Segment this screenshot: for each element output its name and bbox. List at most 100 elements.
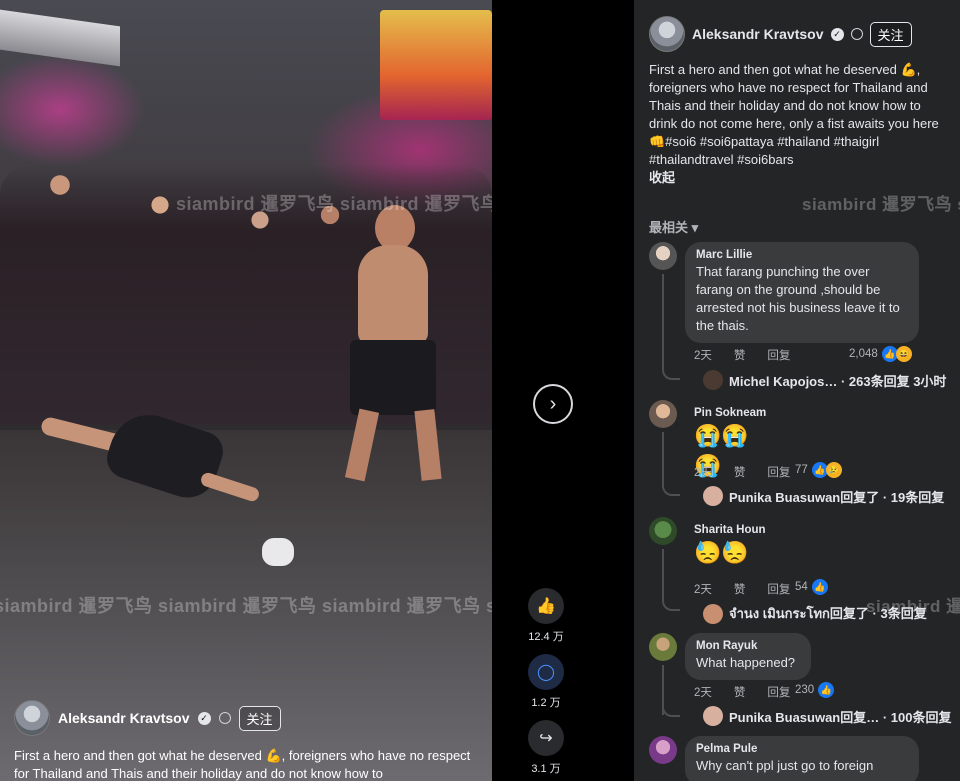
storefront-awning: [0, 9, 120, 67]
comment-author[interactable]: Mon Rayuk: [696, 640, 800, 652]
comment-meta: 2天 赞 回复: [694, 581, 790, 597]
reply-link[interactable]: 回复: [767, 684, 790, 700]
comment-time: 2天: [694, 584, 712, 596]
avatar[interactable]: [649, 633, 677, 661]
comment-bubble-icon[interactable]: ◯: [528, 654, 564, 690]
video-follow-button[interactable]: 关注: [238, 705, 281, 731]
comments-panel: Aleksandr Kravtsov ✓ 关注 First a hero and…: [634, 0, 960, 781]
avatar: [703, 486, 723, 506]
collapse-link[interactable]: 收起: [649, 169, 949, 187]
avatar[interactable]: [649, 736, 677, 764]
like-reaction-icon: 👍: [818, 682, 835, 698]
comment-item: Marc Lillie That farang punching the ove…: [649, 242, 954, 390]
globe-icon: [850, 28, 863, 40]
comment-meta: 2天 赞 回复: [694, 347, 790, 363]
comment-author[interactable]: Pin Sokneam: [694, 407, 776, 419]
comment-count: 1.2 万: [531, 697, 561, 709]
comment-bubble: Sharita Houn 😓😓: [685, 517, 795, 576]
comment-author[interactable]: Sharita Houn: [694, 524, 784, 536]
comment-item: Pin Sokneam 😭😭😭 2天 赞 回复 77 👍 😢 Punika Bu…: [649, 400, 954, 508]
neon-sign: [380, 10, 492, 120]
reply-preview-text[interactable]: จำนง เมินกระโทก回复了 · 3条回复: [729, 603, 927, 624]
reply-preview[interactable]: Punika Buasuwan回复了 · 19条回复: [703, 486, 944, 506]
sandal: [262, 538, 294, 566]
share-action[interactable]: ↪ 3.1 万: [528, 720, 564, 776]
reaction-count: 77: [795, 464, 808, 476]
avatar: [703, 706, 723, 726]
share-arrow-icon[interactable]: ↪: [528, 720, 564, 756]
sad-reaction-icon: 😢: [825, 462, 842, 478]
avatar[interactable]: [14, 700, 50, 736]
comment-bubble: Mon Rayuk What happened?: [685, 633, 811, 680]
post-follow-button[interactable]: 关注: [869, 21, 912, 47]
reaction-summary[interactable]: 77 👍 😢: [795, 462, 842, 478]
comment-item: Pelma Pule Why can't ppl just go to fore…: [649, 736, 954, 781]
comment-text: What happened?: [696, 655, 796, 670]
avatar[interactable]: [649, 400, 677, 428]
reply-preview[interactable]: Michel Kapojos… · 263条回复 3小时: [703, 370, 946, 390]
like-link[interactable]: 赞: [734, 464, 746, 480]
comment-meta: 2天 赞 回复: [694, 684, 790, 700]
avatar: [703, 370, 723, 390]
watermark-top: siambird 暹罗飞鸟 siambird 暹罗飞鸟 siambird 暹罗飞…: [176, 194, 492, 214]
comment-emoji: 😓😓: [694, 540, 749, 565]
post-text: First a hero and then got what he deserv…: [649, 61, 949, 187]
reply-preview-text[interactable]: Michel Kapojos… · 263条回复 3小时: [729, 371, 946, 390]
reaction-summary[interactable]: 230 👍: [795, 682, 835, 698]
reaction-count: 54: [795, 581, 808, 593]
avatar[interactable]: [649, 16, 685, 52]
reply-link[interactable]: 回复: [767, 347, 790, 363]
watermark-bottom: siambird 暹罗飞鸟 siambird 暹罗飞鸟 siambird 暹罗飞…: [0, 596, 492, 616]
like-action[interactable]: 👍 12.4 万: [528, 588, 564, 644]
globe-icon: [218, 712, 231, 724]
sort-dropdown[interactable]: 最相关 ▾: [649, 217, 698, 236]
chevron-right-icon: ›: [549, 392, 557, 415]
like-link[interactable]: 赞: [734, 581, 746, 597]
avatar[interactable]: [649, 242, 677, 270]
video-author-row: Aleksandr Kravtsov ✓ 关注: [14, 700, 281, 736]
watermark-panel-top: siambird 暹罗飞鸟 siambird 暹罗飞鸟 siambird 暹罗飞…: [802, 195, 960, 214]
comment-bubble: Marc Lillie That farang punching the ove…: [685, 242, 919, 343]
comment-author[interactable]: Marc Lillie: [696, 249, 908, 261]
like-link[interactable]: 赞: [734, 347, 746, 363]
post-header: Aleksandr Kravtsov ✓ 关注: [649, 16, 912, 52]
reply-preview-text[interactable]: Punika Buasuwan回复了 · 19条回复: [729, 487, 944, 506]
comment-time: 2天: [694, 467, 712, 479]
comment-author[interactable]: Pelma Pule: [696, 743, 908, 755]
reaction-summary[interactable]: 2,048 👍 😆: [849, 346, 912, 362]
like-count: 12.4 万: [528, 631, 564, 643]
reply-link[interactable]: 回复: [767, 581, 790, 597]
video-player[interactable]: siambird 暹罗飞鸟 siambird 暹罗飞鸟 siambird 暹罗飞…: [0, 0, 492, 781]
share-count: 3.1 万: [531, 763, 561, 775]
comment-time: 2天: [694, 350, 712, 362]
like-link[interactable]: 赞: [734, 684, 746, 700]
avatar[interactable]: [649, 517, 677, 545]
thumbs-up-icon[interactable]: 👍: [528, 588, 564, 624]
reaction-summary[interactable]: 54 👍: [795, 579, 828, 595]
comment-time: 2天: [694, 687, 712, 699]
post-author-name[interactable]: Aleksandr Kravtsov: [692, 26, 824, 42]
comment-item: Sharita Houn 😓😓 2天 赞 回复 54 👍 จำนง เมินกร…: [649, 517, 954, 625]
next-video-button[interactable]: ›: [533, 384, 573, 424]
reply-link[interactable]: 回复: [767, 464, 790, 480]
comment-item: Mon Rayuk What happened? 2天 赞 回复 230 👍 P…: [649, 633, 954, 726]
reaction-count: 230: [795, 684, 815, 696]
reaction-count: 2,048: [849, 348, 878, 360]
verified-icon: ✓: [197, 711, 211, 725]
post-body: First a hero and then got what he deserv…: [649, 62, 939, 167]
video-author-name[interactable]: Aleksandr Kravtsov: [58, 710, 190, 726]
reply-preview[interactable]: จำนง เมินกระโทก回复了 · 3条回复: [703, 603, 927, 624]
comment-bubble: Pelma Pule Why can't ppl just go to fore…: [685, 736, 919, 781]
reply-preview[interactable]: Punika Buasuwan回复… · 100条回复: [703, 706, 952, 726]
reply-preview-text[interactable]: Punika Buasuwan回复… · 100条回复: [729, 707, 952, 726]
verified-icon: ✓: [830, 27, 844, 41]
comment-text: That farang punching the over farang on …: [696, 264, 900, 333]
comment-meta: 2天 赞 回复: [694, 464, 790, 480]
haha-reaction-icon: 😆: [895, 346, 912, 362]
comment-action[interactable]: ◯ 1.2 万: [528, 654, 564, 710]
avatar: [703, 603, 723, 624]
fallen-man: [39, 400, 261, 510]
video-caption: First a hero and then got what he deserv…: [14, 748, 471, 781]
comment-text: Why can't ppl just go to foreign: [696, 758, 874, 773]
like-reaction-icon: 👍: [811, 579, 828, 595]
